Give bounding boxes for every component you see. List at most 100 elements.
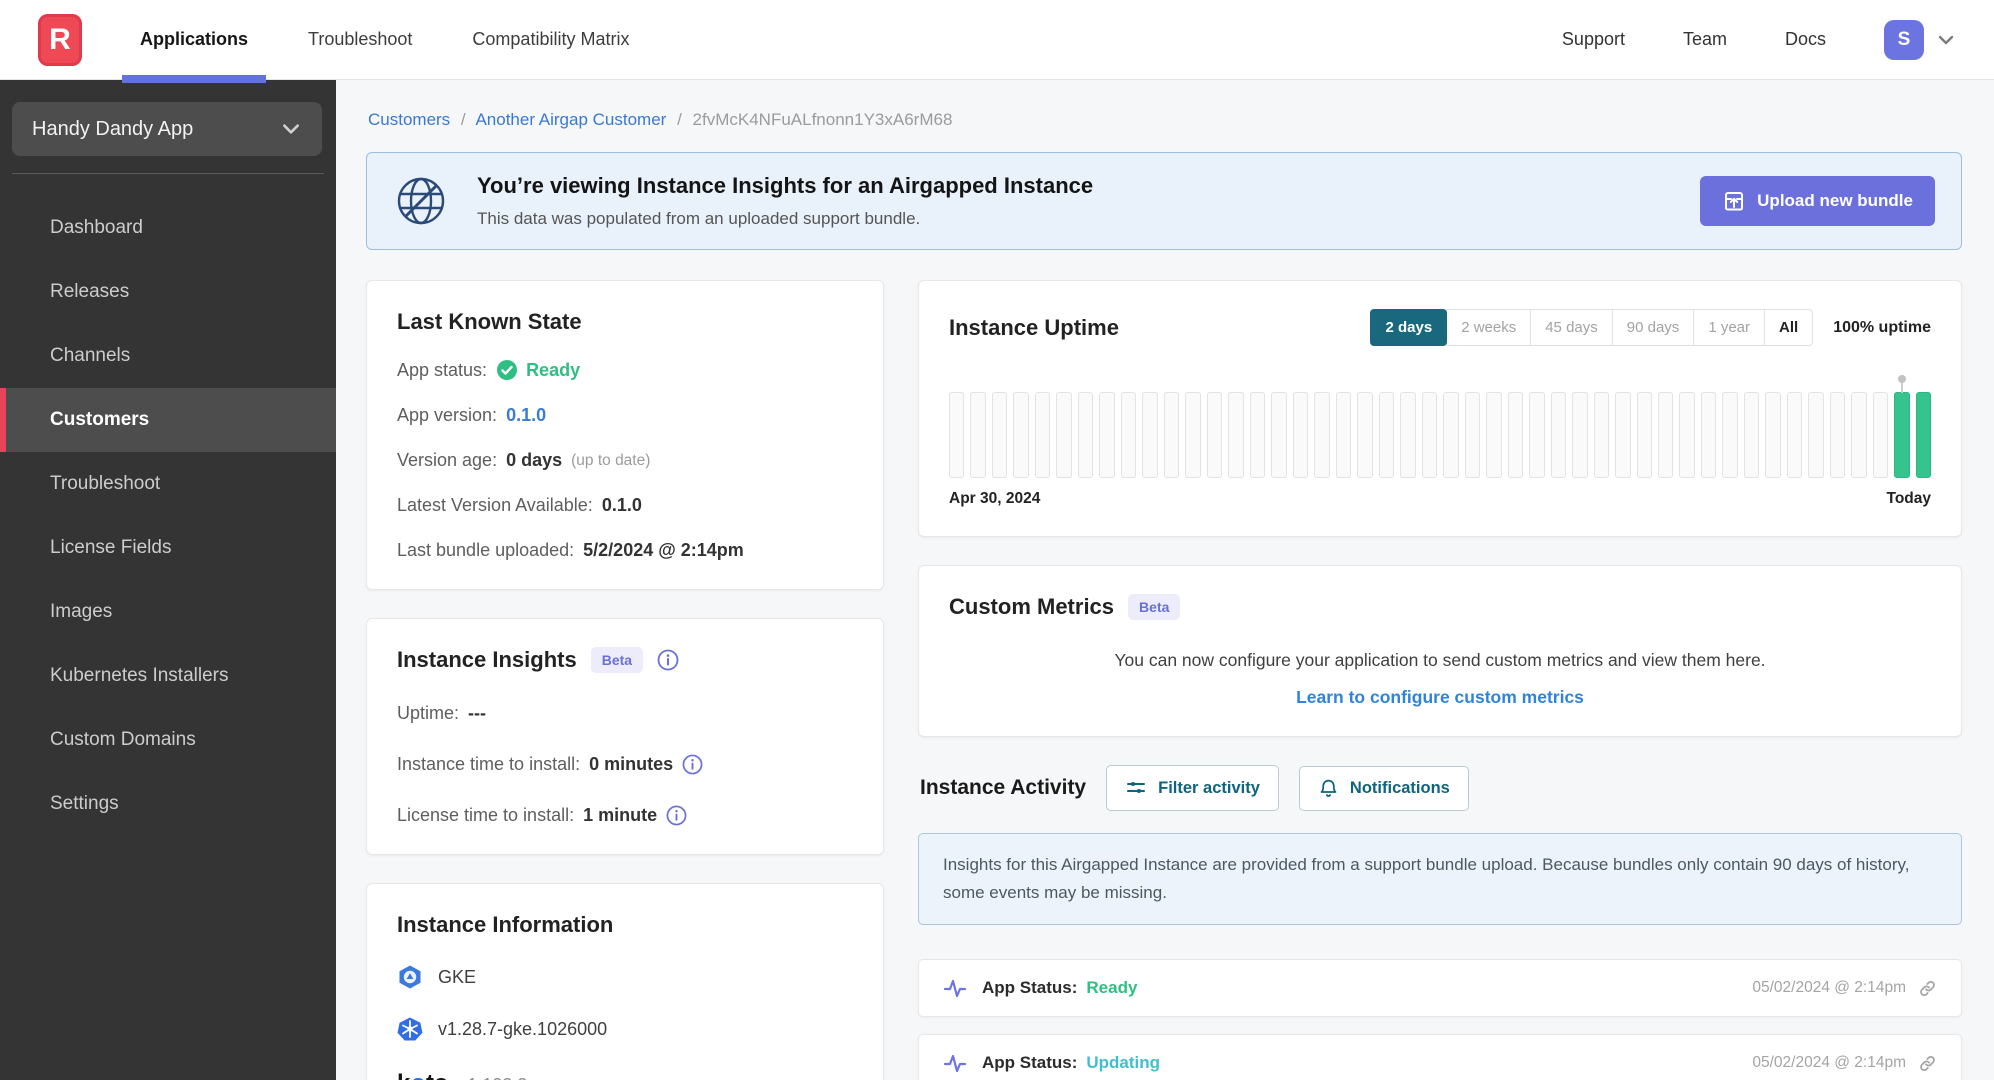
uptime-bar (1056, 392, 1072, 478)
primary-nav: Applications Troubleshoot Compatibility … (110, 0, 659, 83)
airgap-banner: You’re viewing Instance Insights for an … (366, 152, 1962, 250)
instance-insights-card: Instance Insights Beta Uptime: --- Insta… (366, 618, 884, 855)
uptime-bar (970, 392, 986, 478)
uptime-bar (1378, 392, 1395, 478)
sidebar-item-images[interactable]: Images (0, 580, 336, 644)
nav-item-support[interactable]: Support (1562, 29, 1625, 50)
sidebar-item-license-fields[interactable]: License Fields (0, 516, 336, 580)
sidebar-item-kubernetes-installers[interactable]: Kubernetes Installers (0, 644, 336, 708)
uptime-bar (1464, 392, 1481, 478)
range-1-year[interactable]: 1 year (1693, 309, 1766, 346)
check-circle-icon (496, 359, 518, 381)
sidebar-item-dashboard[interactable]: Dashboard (0, 196, 336, 260)
uptime-bar (1851, 392, 1867, 478)
uptime-bar (1077, 392, 1094, 478)
avatar[interactable]: S (1884, 19, 1924, 60)
sidebar-item-customers[interactable]: Customers (0, 388, 336, 452)
app-status-row: App status: Ready (397, 359, 581, 381)
range-45-days[interactable]: 45 days (1530, 309, 1613, 346)
notifications-button[interactable]: Notifications (1298, 765, 1469, 811)
uptime-end-label: Today (1886, 490, 1932, 507)
license-ttl-row: License time to install: 1 minute (397, 805, 853, 826)
banner-subtitle: This data was populated from an uploaded… (477, 209, 921, 228)
app-version-row: App version: 0.1.0 (397, 405, 547, 426)
app-selector-label: Handy Dandy App (32, 117, 194, 140)
filter-sliders-icon (1125, 777, 1147, 799)
uptime-bar (1314, 392, 1330, 478)
uptime-bar (1529, 392, 1545, 478)
sidebar-item-channels[interactable]: Channels (0, 324, 336, 388)
uptime-bar (1206, 392, 1223, 478)
uptime-bar (1357, 392, 1373, 478)
instance-activity-title: Instance Activity (920, 776, 1087, 799)
nav-item-applications[interactable]: Applications (110, 0, 278, 83)
info-icon[interactable] (682, 754, 703, 775)
range-all[interactable]: All (1764, 309, 1814, 346)
k8s-version-row: v1.28.7-gke.1026000 (397, 1016, 853, 1042)
sidebar-item-troubleshoot[interactable]: Troubleshoot (0, 452, 336, 516)
upload-new-bundle-button[interactable]: Upload new bundle (1700, 176, 1935, 226)
activity-event-row[interactable]: App Status: Updating 05/02/2024 @ 2:14pm (918, 1034, 1962, 1080)
upload-icon (1722, 189, 1746, 213)
link-icon[interactable] (1918, 979, 1937, 998)
filter-activity-button[interactable]: Filter activity (1106, 765, 1279, 811)
event-timestamp: 05/02/2024 @ 2:14pm (1752, 979, 1906, 997)
latest-version-row: Latest Version Available: 0.1.0 (397, 495, 642, 515)
uptime-range-selector: 2 days 2 weeks 45 days 90 days 1 year Al… (1370, 309, 1814, 346)
nav-item-compatibility-matrix[interactable]: Compatibility Matrix (442, 0, 659, 79)
uptime-bar (1292, 392, 1309, 478)
nav-item-team[interactable]: Team (1683, 29, 1727, 50)
uptime-bar (1700, 392, 1717, 478)
uptime-bar (1185, 392, 1201, 478)
uptime-bar (1400, 392, 1416, 478)
gke-icon (397, 964, 423, 990)
info-icon[interactable] (657, 649, 679, 671)
pulse-icon (943, 976, 967, 1000)
replicated-logo[interactable]: R (38, 13, 82, 66)
range-90-days[interactable]: 90 days (1611, 309, 1695, 346)
uptime-bar (1228, 392, 1244, 478)
kubernetes-icon (397, 1016, 423, 1042)
app-status-value: Ready (496, 359, 580, 381)
version-age-row: Version age: 0 days (up to date) (397, 450, 651, 470)
configure-custom-metrics-link[interactable]: Learn to configure custom metrics (949, 687, 1931, 708)
uptime-bar (1572, 392, 1588, 478)
bell-icon (1318, 778, 1339, 799)
uptime-bar (1443, 392, 1459, 478)
airgap-activity-note: Insights for this Airgapped Instance are… (918, 833, 1962, 926)
range-2-weeks[interactable]: 2 weeks (1446, 309, 1532, 346)
uptime-bar (1679, 392, 1695, 478)
nav-item-troubleshoot[interactable]: Troubleshoot (278, 0, 442, 79)
sidebar-item-releases[interactable]: Releases (0, 260, 336, 324)
uptime-bar (1421, 392, 1438, 478)
chevron-down-icon (280, 118, 302, 140)
activity-event-row[interactable]: App Status: Ready 05/02/2024 @ 2:14pm (918, 959, 1962, 1018)
uptime-bar (1829, 392, 1846, 478)
pulse-icon (943, 1051, 967, 1075)
instance-ttl-row: Instance time to install: 0 minutes (397, 754, 853, 775)
event-timestamp: 05/02/2024 @ 2:14pm (1752, 1054, 1906, 1072)
nav-item-docs[interactable]: Docs (1785, 29, 1826, 50)
range-2-days[interactable]: 2 days (1370, 309, 1448, 346)
sidebar-item-custom-domains[interactable]: Custom Domains (0, 708, 336, 772)
banner-title: You’re viewing Instance Insights for an … (477, 173, 1094, 198)
instance-uptime-title: Instance Uptime (949, 314, 1119, 340)
sidebar-item-settings[interactable]: Settings (0, 772, 336, 836)
info-icon[interactable] (666, 805, 687, 826)
uptime-bar (1615, 392, 1631, 478)
custom-metrics-description: You can now configure your application t… (1114, 650, 1766, 670)
top-navigation: R Applications Troubleshoot Compatibilit… (0, 0, 1994, 83)
uptime-bars (949, 375, 1932, 478)
app-version-link[interactable]: 0.1.0 (506, 405, 546, 426)
uptime-bar (1120, 392, 1137, 478)
uptime-bar (1271, 392, 1287, 478)
breadcrumb-customer-name[interactable]: Another Airgap Customer (475, 110, 666, 129)
account-menu[interactable]: S (1884, 19, 1956, 60)
event-status: Updating (1086, 1053, 1161, 1073)
app-selector-dropdown[interactable]: Handy Dandy App (12, 102, 322, 156)
breadcrumb-customers[interactable]: Customers (368, 110, 450, 129)
uptime-bar (1034, 392, 1051, 478)
instance-insights-title: Instance Insights (397, 647, 577, 672)
uptime-bar (1335, 392, 1352, 478)
link-icon[interactable] (1918, 1054, 1937, 1073)
